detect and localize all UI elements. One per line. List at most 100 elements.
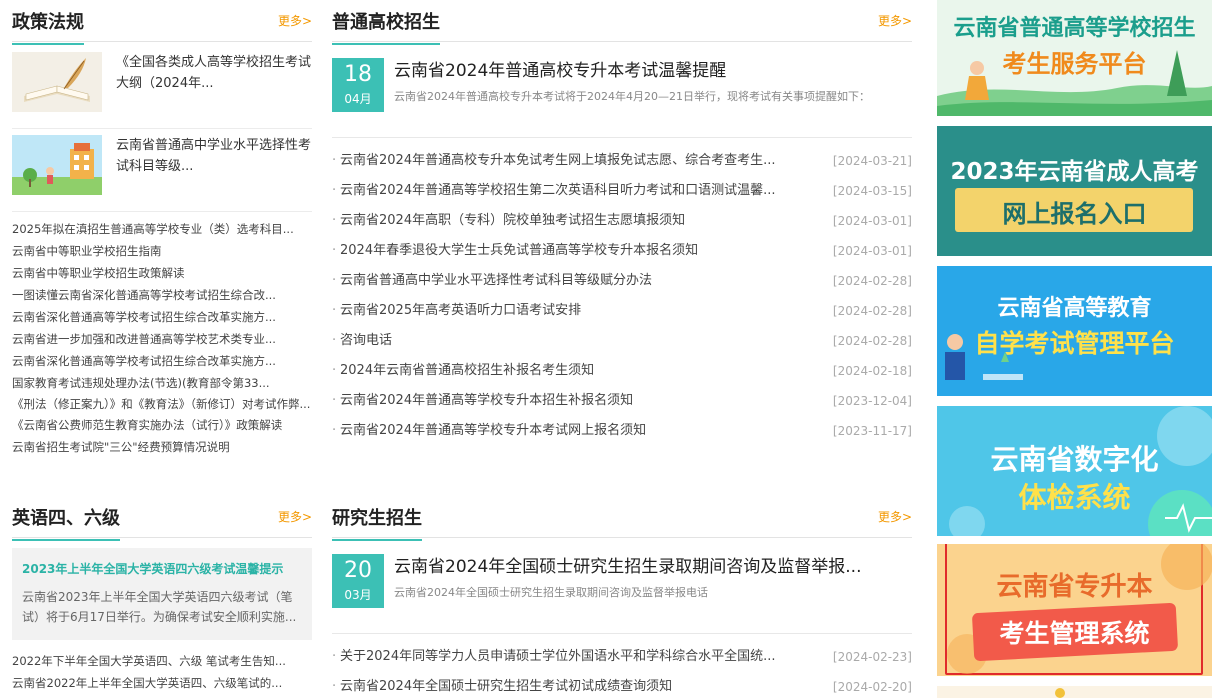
list-item[interactable]: 云南省深化普通高等学校考试招生综合改革实施方... xyxy=(12,350,312,372)
cet-list: 2022年下半年全国大学英语四、六级 笔试考生告知... 云南省2022年上半年… xyxy=(12,650,312,694)
policy-pic-text-1[interactable]: 《全国各类成人高等学校招生考试大纲（2024年... xyxy=(116,52,312,94)
news-title[interactable]: 云南省2024年全国硕士研究生招生考试初试成绩查询须知 xyxy=(340,672,810,698)
cet-featured[interactable]: 2023年上半年全国大学英语四六级考试温馨提示 云南省2023年上半年全国大学英… xyxy=(12,548,312,640)
news-date: [2024-02-28] xyxy=(832,334,912,348)
list-item[interactable]: 一图读懂云南省深化普通高等学校考试招生综合改... xyxy=(12,284,312,306)
cet-featured-title[interactable]: 2023年上半年全国大学英语四六级考试温馨提示 xyxy=(22,560,302,577)
date-month: 03月 xyxy=(344,588,372,602)
date-badge: 20 03月 xyxy=(332,554,384,608)
cet-more-link[interactable]: 更多> xyxy=(278,508,312,525)
policy-section: 政策法规 更多> 《全国各类成人高等学校招生考试大纲（2024年... 云南省普… xyxy=(12,0,312,690)
news-item[interactable]: · 2024年云南省普通高校招生补报名考生须知 [2024-02-18] xyxy=(332,356,912,386)
banner-line1: 云南省普通高等学校招生 xyxy=(953,16,1196,41)
news-item[interactable]: · 云南省2025年高考英语听力口语考试安排 [2024-02-28] xyxy=(332,296,912,326)
banner-self-study-platform[interactable]: 云南省高等教育 自学考试管理平台 xyxy=(937,266,1212,396)
news-date: [2024-03-21] xyxy=(832,154,912,168)
policy-pic-item-1[interactable]: 《全国各类成人高等学校招生考试大纲（2024年... xyxy=(12,52,312,124)
news-date: [2024-03-15] xyxy=(832,184,912,198)
school-illustration-image[interactable] xyxy=(12,135,102,195)
policy-more-link[interactable]: 更多> xyxy=(278,12,312,29)
news-date: [2024-02-20] xyxy=(832,680,912,694)
banner-column: 云南省普通高等学校招生 考生服务平台 2023年云南省成人高考 网上报名入口 云… xyxy=(937,0,1212,698)
news-title[interactable]: 云南省2024年普通高等学校专升本考试网上报名须知 xyxy=(340,416,810,446)
banner-adult-exam-registration[interactable]: 2023年云南省成人高考 网上报名入口 xyxy=(937,126,1212,256)
cet-section: 英语四、六级 更多> 2023年上半年全国大学英语四六级考试温馨提示 云南省20… xyxy=(12,496,312,694)
featured-title[interactable]: 云南省2024年普通高校专升本考试温馨提醒 xyxy=(394,56,726,81)
news-title[interactable]: 2024年春季退役大学生士兵免试普通高等学校专升本报名须知 xyxy=(340,236,810,266)
policy-pic-item-2[interactable]: 云南省普通高中学业水平选择性考试科目等级... xyxy=(12,135,312,207)
grad-section: 研究生招生 更多> 20 03月 云南省2024年全国硕士研究生招生录取期间咨询… xyxy=(332,496,912,698)
banner-line2: 自学考试管理平台 xyxy=(974,329,1175,358)
list-item[interactable]: 《云南省公费师范生教育实施办法（试行）》政策解读 xyxy=(12,414,312,436)
news-date: [2024-02-28] xyxy=(832,274,912,288)
general-section: 普通高校招生 更多> 18 04月 云南省2024年普通高校专升本考试温馨提醒 … xyxy=(332,0,912,694)
general-header: 普通高校招生 更多> xyxy=(332,0,912,45)
list-item[interactable]: 国家教育考试违规处理办法(节选)(教育部令第33... xyxy=(12,372,312,394)
grad-featured[interactable]: 20 03月 云南省2024年全国硕士研究生招生录取期间咨询及监督举报... 云… xyxy=(332,538,912,634)
news-title[interactable]: 关于2024年同等学力人员申请硕士学位外国语水平和学科综合水平全国统... xyxy=(340,642,810,672)
general-more-link[interactable]: 更多> xyxy=(878,12,912,29)
policy-title: 政策法规 xyxy=(12,8,84,45)
bullet: · xyxy=(332,303,337,318)
news-item[interactable]: · 云南省2024年普通高等学校招生第二次英语科目听力考试和口语测试温馨... [2… xyxy=(332,176,912,206)
policy-list: 2025年拟在滇招生普通高等学校专业（类）选考科目... 云南省中等职业学校招生… xyxy=(12,218,312,458)
list-item[interactable]: 云南省中等职业学校招生政策解读 xyxy=(12,262,312,284)
news-title[interactable]: 云南省2024年普通高等学校招生第二次英语科目听力考试和口语测试温馨... xyxy=(340,176,810,206)
banner-digital-health-check[interactable]: 云南省数字化 体检系统 xyxy=(937,406,1212,536)
list-item[interactable]: 云南省招生考试院"三公"经费预算情况说明 xyxy=(12,436,312,458)
news-item[interactable]: · 云南省2024年高职（专科）院校单独考试招生志愿填报须知 [2024-03-01… xyxy=(332,206,912,236)
news-item[interactable]: · 关于2024年同等学力人员申请硕士学位外国语水平和学科综合水平全国统... [2… xyxy=(332,642,912,672)
featured-title[interactable]: 云南省2024年全国硕士研究生招生录取期间咨询及监督举报... xyxy=(394,552,861,577)
news-date: [2023-11-17] xyxy=(832,424,912,438)
list-item[interactable]: 2022年下半年全国大学英语四、六级 笔试考生告知... xyxy=(12,650,312,672)
banner-exam-service-platform[interactable]: 云南省普通高等学校招生 考生服务平台 xyxy=(937,0,1212,116)
banner-upgrade-student-system[interactable]: 云南省专升本 考生管理系统 xyxy=(937,544,1212,676)
featured-summary: 云南省2024年全国硕士研究生招生录取期间咨询及监督举报电话 xyxy=(394,586,708,599)
banner-line1: 云南省高等教育 xyxy=(997,296,1152,321)
bullet: · xyxy=(332,333,337,348)
grad-more-link[interactable]: 更多> xyxy=(878,508,912,525)
banner-next-partial[interactable] xyxy=(937,686,1212,698)
general-news-list: · 云南省2024年普通高校专升本免试考生网上填报免试志愿、综合考查考生... [2… xyxy=(332,146,912,446)
general-title: 普通高校招生 xyxy=(332,8,440,45)
list-item[interactable]: 《刑法（修正案九）》和《教育法》（新修订）对考试作弊... xyxy=(12,394,312,414)
news-date: [2023-12-04] xyxy=(832,394,912,408)
news-item[interactable]: · 云南省2024年普通高等学校专升本招生补报名须知 [2023-12-04] xyxy=(332,386,912,416)
banner-line2: 考生管理系统 xyxy=(999,619,1150,648)
banner-line1: 2023年云南省成人高考 xyxy=(950,159,1199,185)
grad-title: 研究生招生 xyxy=(332,504,422,541)
news-item[interactable]: · 云南省普通高中学业水平选择性考试科目等级赋分办法 [2024-02-28] xyxy=(332,266,912,296)
news-title[interactable]: 云南省普通高中学业水平选择性考试科目等级赋分办法 xyxy=(340,266,810,296)
date-badge: 18 04月 xyxy=(332,58,384,112)
list-item[interactable]: 云南省深化普通高等学校考试招生综合改革实施方... xyxy=(12,306,312,328)
bullet: · xyxy=(332,649,337,664)
general-featured[interactable]: 18 04月 云南省2024年普通高校专升本考试温馨提醒 云南省2024年普通高… xyxy=(332,42,912,138)
banner-line2: 考生服务平台 xyxy=(1002,50,1147,78)
news-item[interactable]: · 云南省2024年全国硕士研究生招生考试初试成绩查询须知 [2024-02-20] xyxy=(332,672,912,698)
news-title[interactable]: 咨询电话 xyxy=(340,326,810,356)
news-item[interactable]: · 咨询电话 [2024-02-28] xyxy=(332,326,912,356)
news-title[interactable]: 云南省2025年高考英语听力口语考试安排 xyxy=(340,296,810,326)
list-item[interactable]: 2025年拟在滇招生普通高等学校专业（类）选考科目... xyxy=(12,218,312,240)
news-date: [2024-02-23] xyxy=(832,650,912,664)
grad-header: 研究生招生 更多> xyxy=(332,496,912,541)
bullet: · xyxy=(332,213,337,228)
news-item[interactable]: · 云南省2024年普通高校专升本免试考生网上填报免试志愿、综合考查考生... [2… xyxy=(332,146,912,176)
bullet: · xyxy=(332,363,337,378)
list-item[interactable]: 云南省进一步加强和改进普通高等学校艺术类专业... xyxy=(12,328,312,350)
news-title[interactable]: 云南省2024年普通高等学校专升本招生补报名须知 xyxy=(340,386,810,416)
policy-pic-text-2[interactable]: 云南省普通高中学业水平选择性考试科目等级... xyxy=(116,135,312,177)
news-title[interactable]: 2024年云南省普通高校招生补报名考生须知 xyxy=(340,356,810,386)
list-item[interactable]: 云南省2022年上半年全国大学英语四、六级笔试的... xyxy=(12,672,312,694)
list-item[interactable]: 云南省中等职业学校招生指南 xyxy=(12,240,312,262)
cet-featured-summary: 云南省2023年上半年全国大学英语四六级考试（笔试）将于6月17日举行。为确保考… xyxy=(22,590,297,624)
cet-title: 英语四、六级 xyxy=(12,504,120,541)
news-date: [2024-02-18] xyxy=(832,364,912,378)
policy-header: 政策法规 更多> xyxy=(12,0,312,45)
news-title[interactable]: 云南省2024年普通高校专升本免试考生网上填报免试志愿、综合考查考生... xyxy=(340,146,810,176)
news-item[interactable]: · 云南省2024年普通高等学校专升本考试网上报名须知 [2023-11-17] xyxy=(332,416,912,446)
bullet: · xyxy=(332,423,337,438)
news-title[interactable]: 云南省2024年高职（专科）院校单独考试招生志愿填报须知 xyxy=(340,206,810,236)
news-item[interactable]: · 2024年春季退役大学生士兵免试普通高等学校专升本报名须知 [2024-03-0… xyxy=(332,236,912,266)
book-quill-image[interactable] xyxy=(12,52,102,112)
